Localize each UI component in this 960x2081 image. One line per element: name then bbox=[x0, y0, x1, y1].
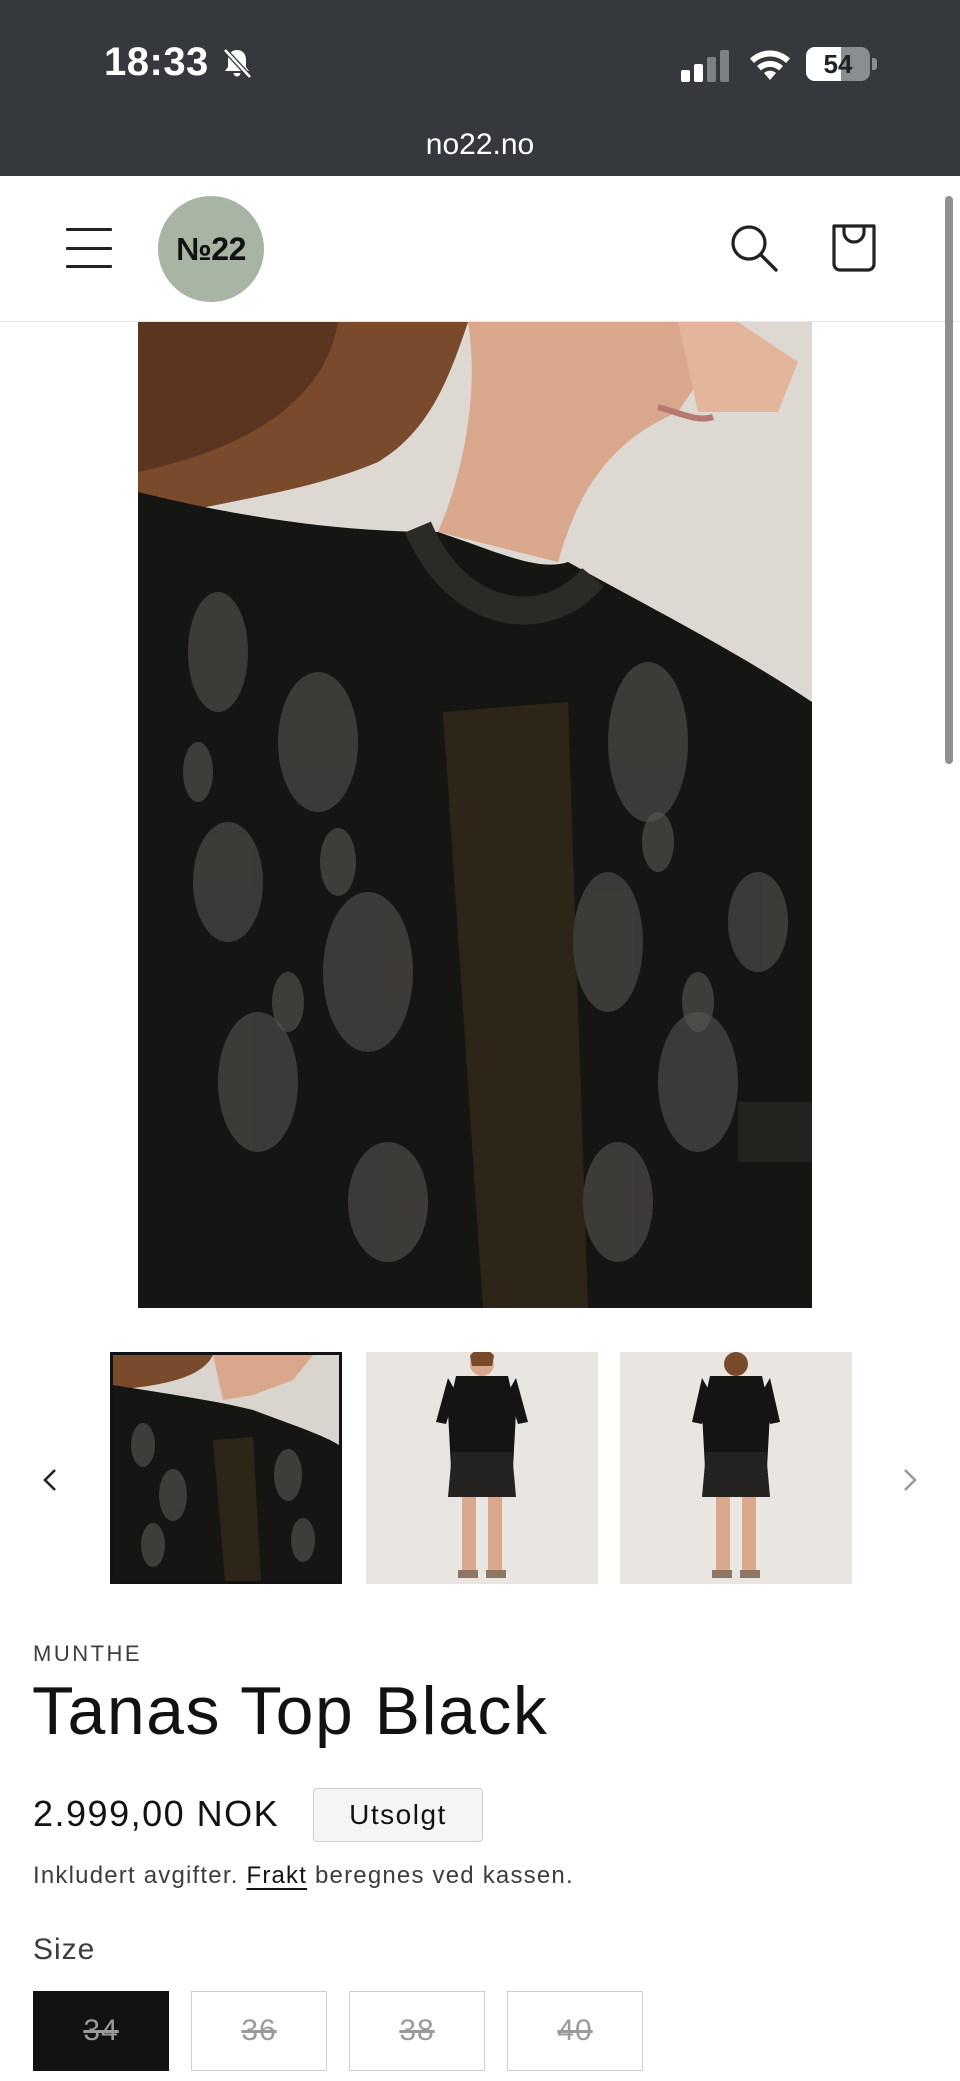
thumbnail-image-2 bbox=[366, 1352, 598, 1584]
search-icon[interactable] bbox=[728, 222, 780, 274]
size-label: Size bbox=[33, 1933, 96, 1966]
product-title: Tanas Top Black bbox=[32, 1673, 549, 1749]
hamburger-menu-icon[interactable] bbox=[66, 228, 112, 268]
store-logo[interactable]: №22 bbox=[158, 196, 264, 302]
size-option-36[interactable]: 36 bbox=[191, 1991, 327, 2071]
product-main-image[interactable] bbox=[138, 322, 812, 1308]
size-option-34[interactable]: 34 bbox=[33, 1991, 169, 2071]
site-header: №22 bbox=[0, 176, 960, 322]
chevron-right-icon[interactable] bbox=[890, 1460, 930, 1500]
product-thumbnail-1[interactable] bbox=[110, 1352, 342, 1584]
product-photo-illustration bbox=[138, 322, 812, 1308]
chevron-left-icon[interactable] bbox=[30, 1460, 70, 1500]
page-scrollbar[interactable] bbox=[945, 196, 953, 764]
tax-note-text: Inkludert avgifter. bbox=[33, 1862, 239, 1889]
browser-top-bar: 18:33 54 no22.no bbox=[0, 0, 960, 176]
thumbnail-image-3 bbox=[620, 1352, 852, 1584]
bell-off-icon bbox=[223, 48, 252, 79]
product-thumbnail-3[interactable] bbox=[620, 1352, 852, 1584]
tax-note-suffix: beregnes ved kassen. bbox=[315, 1862, 574, 1889]
product-vendor: MUNTHE bbox=[33, 1641, 143, 1666]
shipping-link[interactable]: Frakt bbox=[246, 1862, 307, 1889]
tax-shipping-note: Inkludert avgifter. Frakt beregnes ved k… bbox=[33, 1862, 574, 1890]
address-bar-url[interactable]: no22.no bbox=[0, 128, 960, 162]
size-option-38[interactable]: 38 bbox=[349, 1991, 485, 2071]
wifi-icon bbox=[750, 50, 790, 80]
product-price: 2.999,00 NOK bbox=[33, 1793, 280, 1834]
cart-icon[interactable] bbox=[828, 218, 880, 274]
size-option-40[interactable]: 40 bbox=[507, 1991, 643, 2071]
thumbnail-image-1 bbox=[113, 1355, 339, 1581]
status-time: 18:33 bbox=[104, 40, 209, 84]
battery-level: 54 bbox=[823, 49, 853, 79]
cellular-signal-icon bbox=[681, 50, 729, 82]
battery-indicator: 54 bbox=[806, 47, 877, 81]
sold-out-badge: Utsolgt bbox=[313, 1788, 483, 1842]
product-thumbnail-2[interactable] bbox=[366, 1352, 598, 1584]
